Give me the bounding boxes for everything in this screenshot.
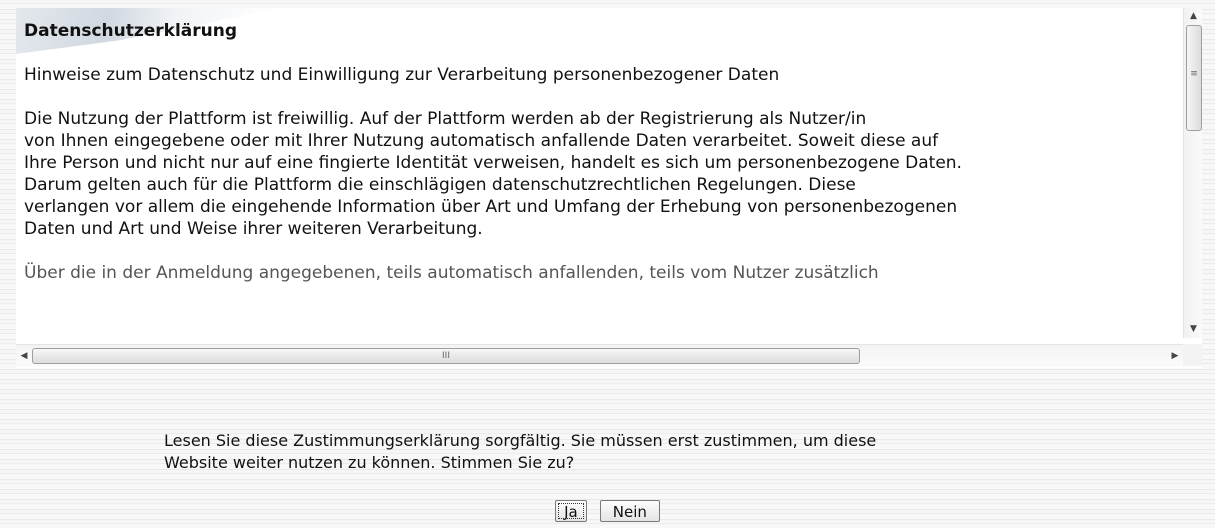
horizontal-scrollbar[interactable]: ◀ III ▶ <box>16 344 1183 367</box>
policy-subtitle: Hinweise zum Datenschutz und Einwilligun… <box>24 65 780 85</box>
scroll-left-arrow-icon[interactable]: ◀ <box>16 347 32 365</box>
cutoff-line: Über die in der Anmeldung angegebenen, t… <box>24 263 879 283</box>
prompt-line: Lesen Sie diese Zustimmungserklärung sor… <box>164 431 877 450</box>
scrollbar-corner <box>1183 344 1202 366</box>
vertical-scrollbar[interactable]: ▲ ≡ ▼ <box>1183 8 1202 338</box>
policy-title: Datenschutzerklärung <box>24 21 238 41</box>
paragraph-line: Darum gelten auch für die Plattform die … <box>24 175 856 195</box>
scroll-right-arrow-icon[interactable]: ▶ <box>1167 347 1183 365</box>
paragraph-line: Die Nutzung der Plattform ist freiwillig… <box>24 109 867 129</box>
consent-buttons: Ja Nein <box>0 500 1215 522</box>
paragraph-line: von Ihnen eingegebene oder mit Ihrer Nut… <box>24 131 939 151</box>
paragraph-line: verlangen vor allem die eingehende Infor… <box>24 197 958 217</box>
no-button[interactable]: Nein <box>599 500 660 522</box>
yes-button[interactable]: Ja <box>555 500 587 522</box>
scroll-down-arrow-icon[interactable]: ▼ <box>1184 321 1202 338</box>
prompt-line: Website weiter nutzen zu können. Stimmen… <box>164 453 575 472</box>
grip-icon: ≡ <box>1190 69 1198 79</box>
privacy-policy-scroll-box[interactable]: Datenschutzerklärung Hinweise zum Datens… <box>16 8 1202 368</box>
consent-prompt: Lesen Sie diese Zustimmungserklärung sor… <box>164 430 1064 474</box>
scroll-up-arrow-icon[interactable]: ▲ <box>1184 8 1202 25</box>
vertical-scroll-thumb[interactable]: ≡ <box>1186 25 1202 131</box>
paragraph-line: Daten und Art und Weise ihrer weiteren V… <box>24 219 483 239</box>
paragraph-line: Ihre Person und nicht nur auf eine fingi… <box>24 153 962 173</box>
privacy-policy-content: Datenschutzerklärung Hinweise zum Datens… <box>24 20 1174 284</box>
horizontal-scroll-thumb[interactable]: III <box>32 348 860 364</box>
policy-paragraph: Die Nutzung der Plattform ist freiwillig… <box>24 108 1174 240</box>
